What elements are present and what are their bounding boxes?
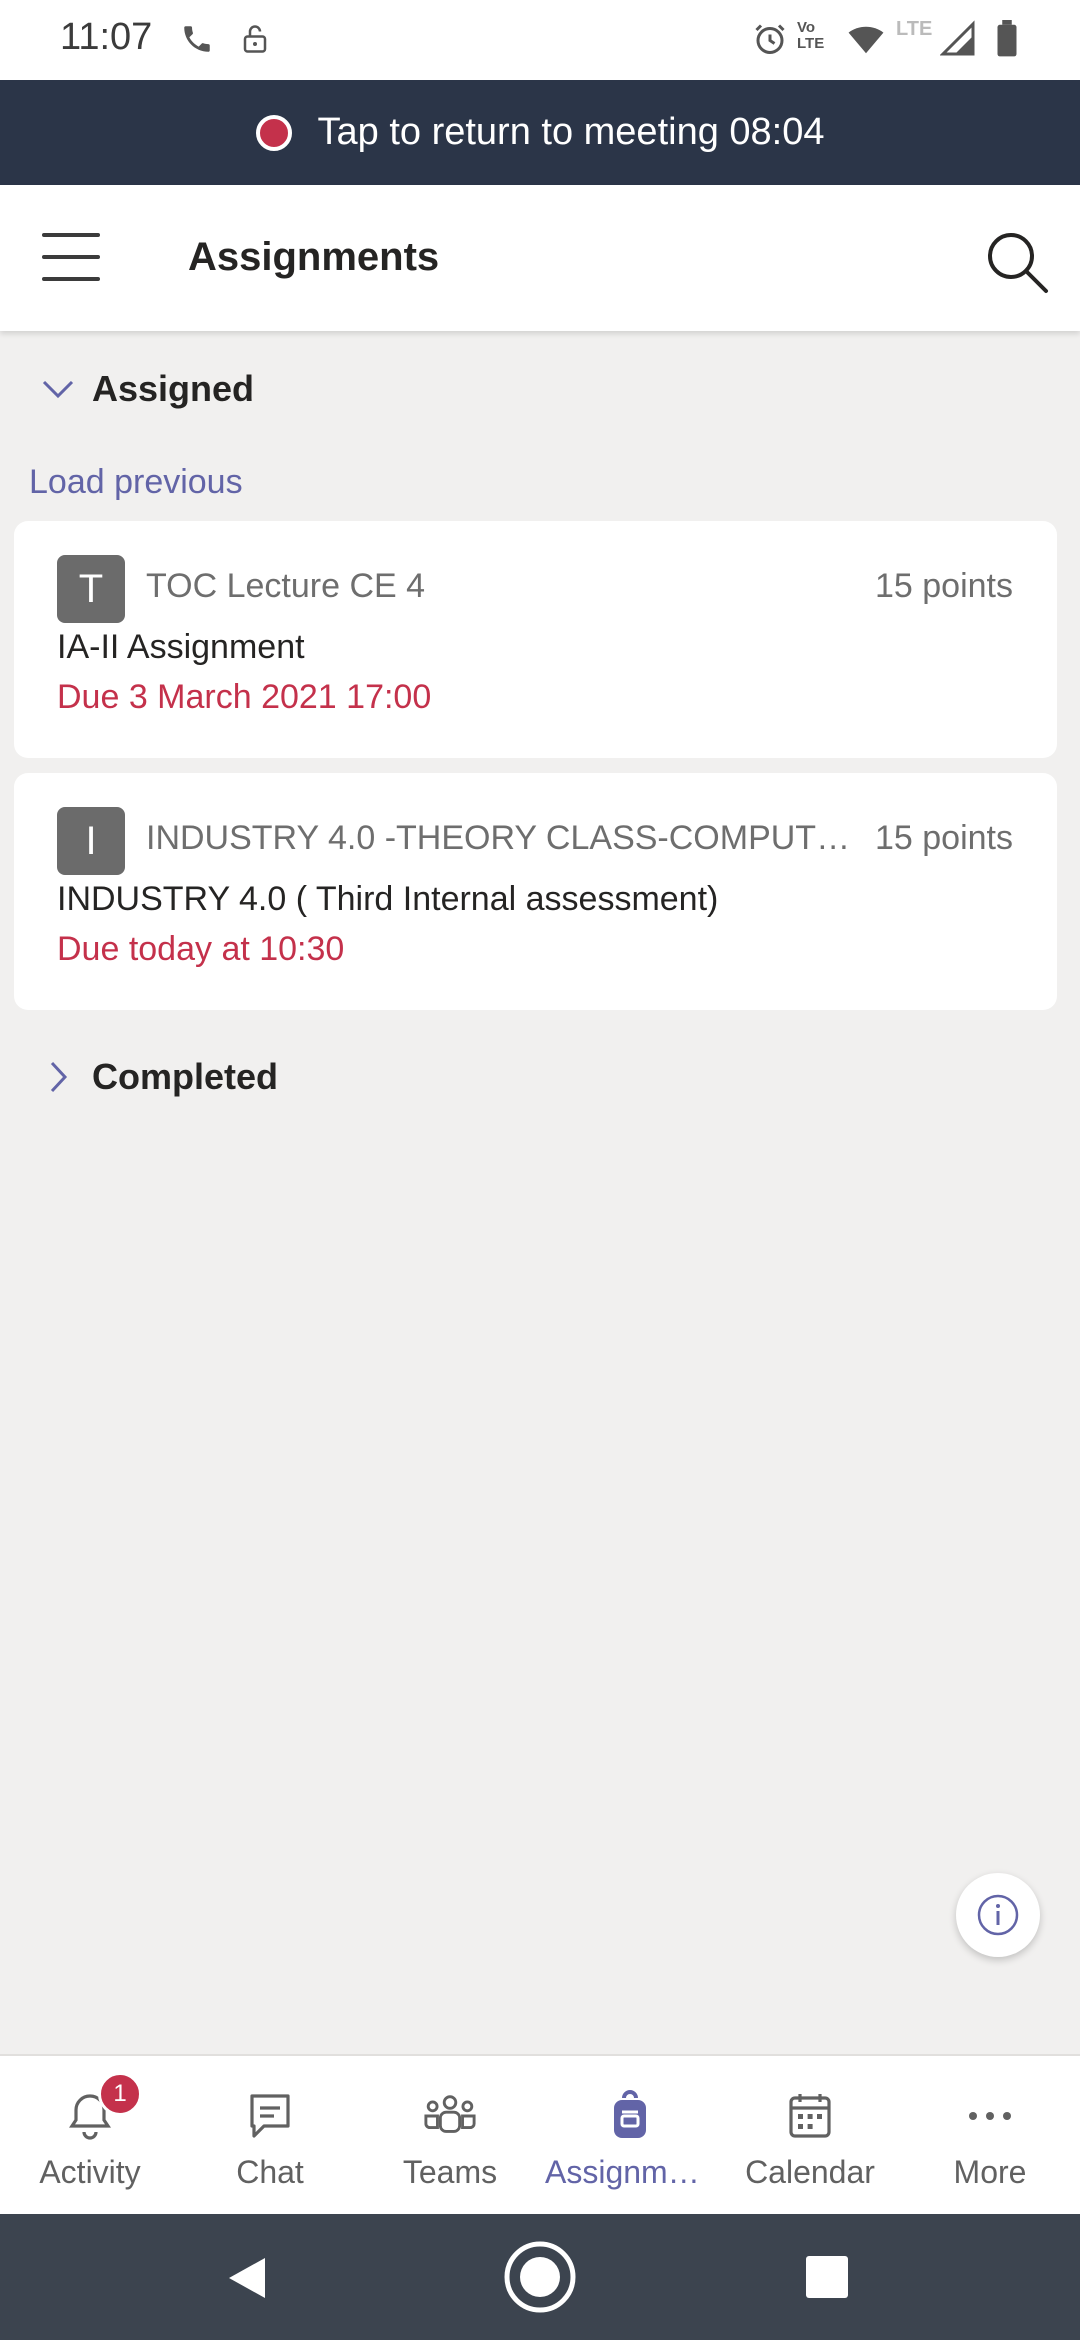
class-name: INDUSTRY 4.0 -THEORY CLASS-COMPUTER ENGI… — [146, 819, 866, 857]
assigned-section-header[interactable]: Assigned — [0, 354, 1080, 424]
chevron-right-icon — [28, 1047, 88, 1107]
return-to-meeting-banner[interactable]: Tap to return to meeting 08:04 — [0, 80, 1080, 185]
activity-badge: 1 — [98, 2072, 142, 2116]
meeting-banner-text: Tap to return to meeting 08:04 — [317, 111, 825, 153]
battery-icon — [995, 20, 1019, 63]
back-icon[interactable] — [225, 2254, 269, 2307]
assignment-points: 15 points — [875, 819, 1013, 857]
completed-section-header[interactable]: Completed — [0, 1042, 1080, 1112]
hamburger-menu-icon[interactable] — [42, 233, 104, 283]
assignment-due-date: Due 3 March 2021 17:00 — [57, 678, 432, 716]
search-icon[interactable] — [984, 229, 1050, 295]
chevron-down-icon — [28, 359, 88, 419]
system-navigation-bar — [0, 2214, 1080, 2340]
chat-icon — [240, 2086, 300, 2146]
nav-label: Calendar — [745, 2154, 875, 2190]
volte-icon: Vo LTE — [797, 19, 825, 52]
info-icon — [977, 1894, 1019, 1936]
calendar-icon — [780, 2086, 840, 2146]
assignment-title: INDUSTRY 4.0 ( Third Internal assessment… — [57, 880, 719, 918]
more-icon — [960, 2086, 1020, 2146]
assignment-card[interactable]: T TOC Lecture CE 4 15 points IA-II Assig… — [14, 521, 1057, 758]
lte-icon: LTE — [896, 18, 933, 40]
bell-icon: 1 — [60, 2072, 142, 2146]
nav-label: Chat — [236, 2154, 304, 2190]
nav-label: Activity — [39, 2154, 141, 2190]
assignment-points: 15 points — [875, 567, 1013, 605]
signal-icon — [939, 20, 976, 63]
nav-label: Assignments — [545, 2154, 715, 2190]
class-avatar: T — [57, 555, 125, 623]
app-bar: Assignments — [0, 185, 1080, 331]
assigned-section-title: Assigned — [92, 368, 255, 409]
recording-dot-icon — [255, 114, 292, 151]
info-button[interactable] — [956, 1873, 1040, 1957]
lock-open-icon — [240, 20, 270, 63]
status-bar: 11:07 Vo LTE LTE — [0, 0, 1080, 80]
page-title: Assignments — [188, 235, 440, 279]
nav-label: Teams — [402, 2154, 498, 2190]
nav-chat[interactable]: Chat — [180, 2056, 360, 2214]
phone-icon — [180, 20, 214, 63]
nav-calendar[interactable]: Calendar — [720, 2056, 900, 2214]
nav-activity[interactable]: 1 Activity — [0, 2056, 180, 2214]
home-icon[interactable] — [502, 2239, 578, 2320]
nav-teams[interactable]: Teams — [360, 2056, 540, 2214]
bottom-navigation: 1 Activity Chat Teams Assignments Calend… — [0, 2054, 1080, 2214]
nav-assignments[interactable]: Assignments — [540, 2056, 720, 2214]
backpack-icon — [600, 2086, 660, 2146]
nav-label: More — [953, 2154, 1027, 2190]
assignment-card[interactable]: I INDUSTRY 4.0 -THEORY CLASS-COMPUTER EN… — [14, 773, 1057, 1010]
assignment-title: IA-II Assignment — [57, 628, 305, 666]
completed-section-title: Completed — [92, 1056, 279, 1097]
class-name: TOC Lecture CE 4 — [146, 567, 426, 605]
teams-icon — [420, 2086, 480, 2146]
nav-more[interactable]: More — [900, 2056, 1080, 2214]
class-avatar: I — [57, 807, 125, 875]
wifi-icon — [846, 20, 886, 63]
load-previous-link[interactable]: Load previous — [29, 463, 243, 502]
status-time: 11:07 — [60, 16, 153, 58]
assignment-due-date: Due today at 10:30 — [57, 930, 345, 968]
alarm-icon — [752, 20, 788, 63]
recents-icon[interactable] — [806, 2256, 848, 2303]
